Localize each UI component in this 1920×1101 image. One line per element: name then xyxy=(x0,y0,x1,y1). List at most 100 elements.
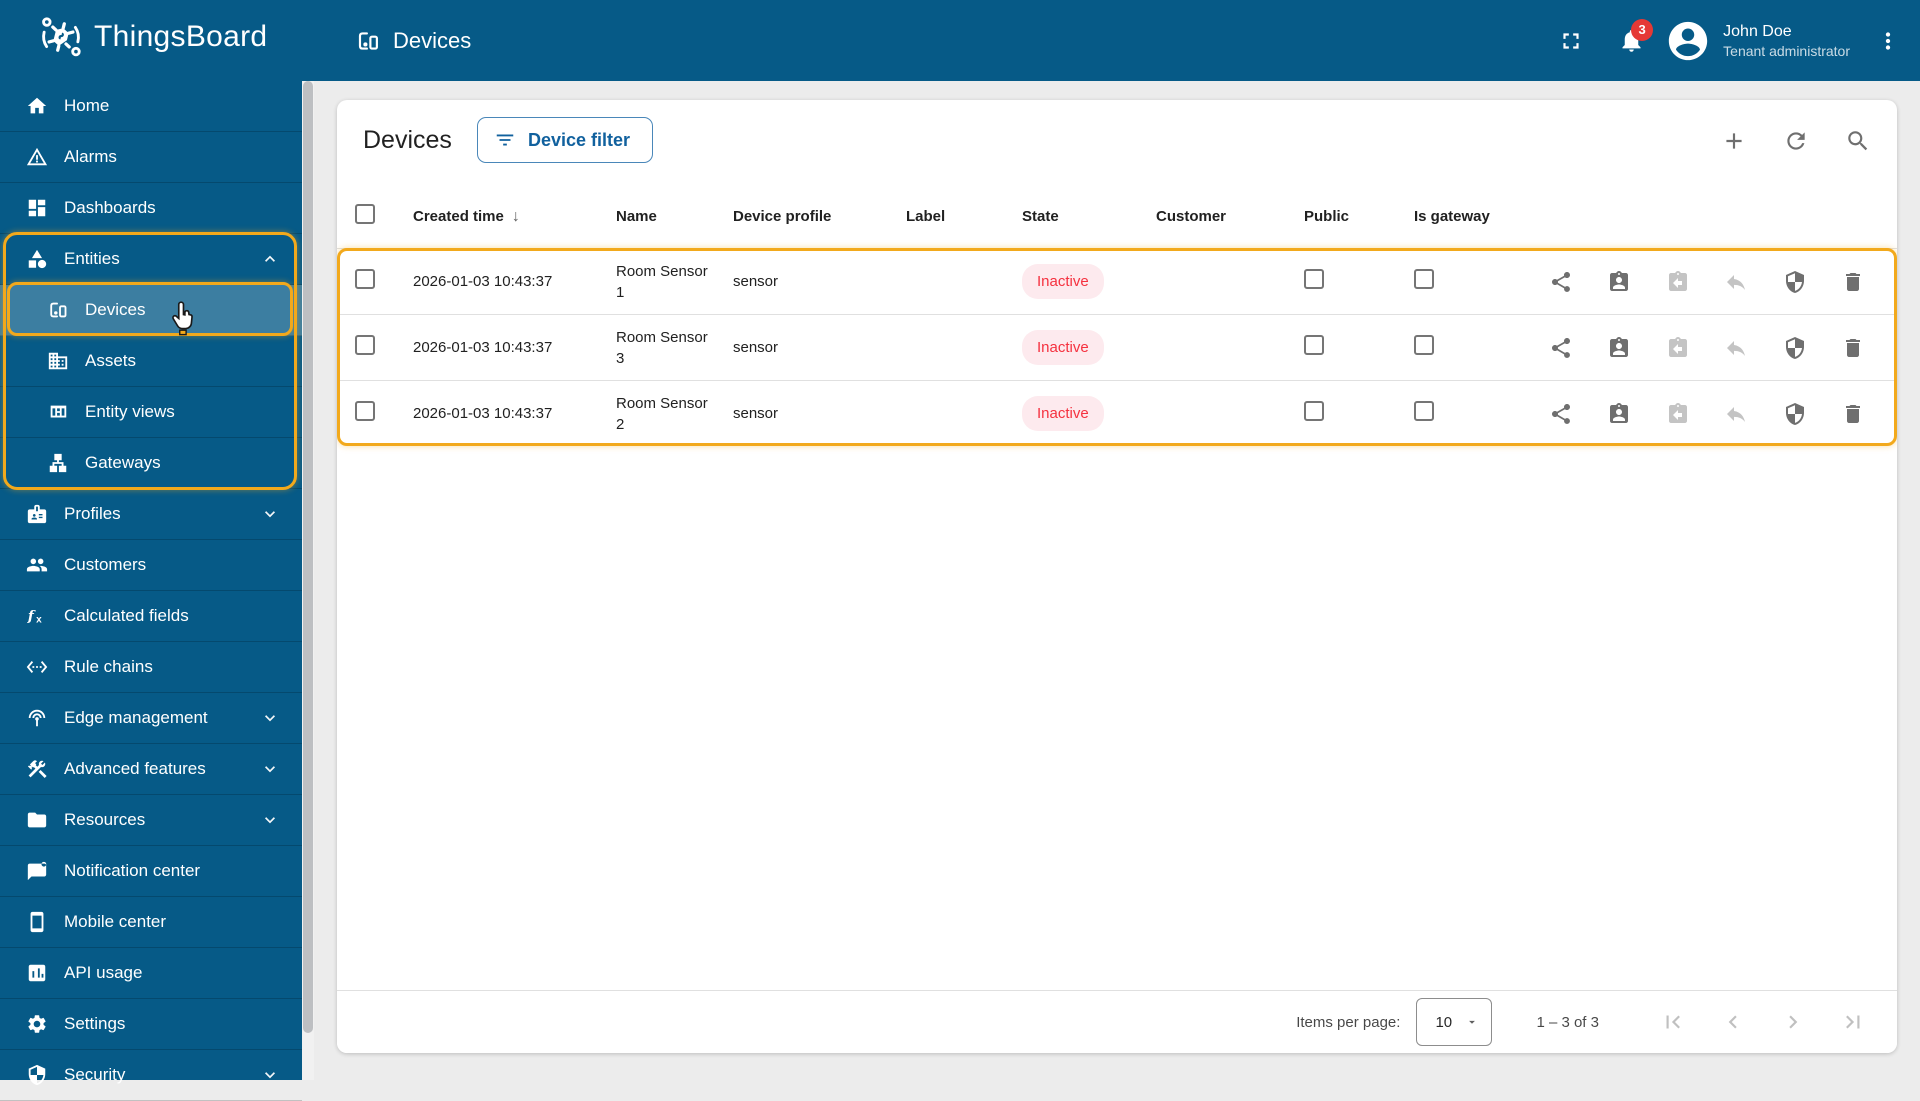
alarms-icon xyxy=(26,146,48,168)
table-row-room-sensor-2[interactable]: 2026-01-03 10:43:37 Room Sensor 2 sensor In… xyxy=(337,380,1897,446)
sidebar-item-entity-views[interactable]: Entity views xyxy=(0,387,302,438)
page-title: Devices xyxy=(363,126,452,154)
filter-icon xyxy=(494,129,516,151)
cell-created-time: 2026-01-03 10:43:37 xyxy=(413,405,553,422)
sidebar-item-alarms[interactable]: Alarms xyxy=(0,132,302,183)
sidebar-item-dashboards[interactable]: Dashboards xyxy=(0,183,302,234)
settings-icon xyxy=(26,1013,48,1035)
row-checkbox[interactable] xyxy=(355,334,375,355)
sidebar-item-mobile-center[interactable]: Mobile center xyxy=(0,897,302,948)
thingsboard-logo[interactable]: ThingsBoard xyxy=(38,14,267,60)
row-checkbox[interactable] xyxy=(355,400,375,421)
public-checkbox[interactable] xyxy=(1304,334,1324,355)
avatar xyxy=(1665,18,1711,64)
security-icon xyxy=(26,1064,48,1086)
sidebar-item-settings[interactable]: Settings xyxy=(0,999,302,1050)
column-header-is-gateway[interactable]: Is gateway xyxy=(1408,206,1540,227)
column-header-label[interactable]: Label xyxy=(900,206,1016,227)
is-gateway-checkbox[interactable] xyxy=(1414,268,1434,289)
sidebar-scrollbar[interactable] xyxy=(302,81,314,1080)
manage-credentials-button[interactable] xyxy=(1775,262,1815,302)
assign-to-customer-button[interactable] xyxy=(1599,394,1639,434)
fullscreen-button[interactable] xyxy=(1547,17,1595,65)
assign-to-customer-button[interactable] xyxy=(1599,328,1639,368)
refresh-button[interactable] xyxy=(1783,128,1809,154)
sidebar-item-gateways[interactable]: Gateways xyxy=(0,438,302,489)
share-button[interactable] xyxy=(1541,328,1581,368)
cell-device-profile: sensor xyxy=(733,273,779,290)
first-page-button xyxy=(1653,1002,1693,1042)
edge-management-icon xyxy=(26,707,48,729)
column-header-state[interactable]: State xyxy=(1016,206,1150,227)
sidebar-item-api-usage[interactable]: API usage xyxy=(0,948,302,999)
state-badge: Inactive xyxy=(1022,264,1104,299)
devices-breadcrumb-icon xyxy=(355,28,381,54)
sidebar-item-assets[interactable]: Assets xyxy=(0,336,302,387)
unassign-from-customer-button xyxy=(1658,328,1698,368)
rule-chains-icon xyxy=(26,656,48,678)
table-row-room-sensor-3[interactable]: 2026-01-03 10:43:37 Room Sensor 3 sensor In… xyxy=(337,314,1897,380)
sidebar-item-label: Home xyxy=(64,96,110,115)
next-page-button xyxy=(1773,1002,1813,1042)
share-button[interactable] xyxy=(1541,262,1581,302)
user-role: Tenant administrator xyxy=(1723,43,1850,59)
sidebar-item-customers[interactable]: Customers xyxy=(0,540,302,591)
user-menu[interactable]: John Doe Tenant administrator xyxy=(1665,18,1850,64)
sidebar-item-devices[interactable]: Devices xyxy=(0,285,302,336)
calculated-fields-icon: fx xyxy=(26,605,48,627)
device-filter-button[interactable]: Device filter xyxy=(477,117,654,163)
breadcrumb-label: Devices xyxy=(393,27,472,53)
sidebar-item-resources[interactable]: Resources xyxy=(0,795,302,846)
sidebar-item-label: Profiles xyxy=(64,504,121,523)
assign-to-customer-button[interactable] xyxy=(1599,262,1639,302)
sidebar-item-home[interactable]: Home xyxy=(0,81,302,132)
table-row-room-sensor-1[interactable]: 2026-01-03 10:43:37 Room Sensor 1 sensor In… xyxy=(337,248,1897,314)
sidebar-item-label: Rule chains xyxy=(64,657,153,676)
sidebar-item-calculated-fields[interactable]: f x Calculated fields xyxy=(0,591,302,642)
sidebar-item-rule-chains[interactable]: Rule chains xyxy=(0,642,302,693)
api-usage-icon xyxy=(26,962,48,984)
sidebar-item-label: Alarms xyxy=(64,147,117,166)
state-badge: Inactive xyxy=(1022,396,1104,431)
make-private-button xyxy=(1716,328,1756,368)
column-header-public[interactable]: Public xyxy=(1298,206,1408,227)
more-menu-button[interactable] xyxy=(1864,17,1912,65)
manage-credentials-button[interactable] xyxy=(1775,394,1815,434)
sidebar-item-advanced-features[interactable]: Advanced features xyxy=(0,744,302,795)
public-checkbox[interactable] xyxy=(1304,268,1324,289)
row-actions xyxy=(1540,262,1897,302)
delete-button[interactable] xyxy=(1833,394,1873,434)
sidebar-item-edge-management[interactable]: Edge management xyxy=(0,693,302,744)
is-gateway-checkbox[interactable] xyxy=(1414,400,1434,421)
chevron-down-icon xyxy=(260,759,280,779)
sort-desc-icon: ↓ xyxy=(511,208,520,225)
share-button[interactable] xyxy=(1541,394,1581,434)
sidebar-item-entities[interactable]: Entities xyxy=(0,234,302,285)
svg-text:x: x xyxy=(36,614,42,625)
sidebar-item-security[interactable]: Security xyxy=(0,1050,302,1101)
column-header-customer[interactable]: Customer xyxy=(1150,206,1298,227)
column-header-created-time[interactable]: Created time ↓ xyxy=(397,206,610,227)
add-device-button[interactable] xyxy=(1721,128,1747,154)
sidebar-item-label: Notification center xyxy=(64,861,201,880)
delete-button[interactable] xyxy=(1833,328,1873,368)
page-range-label: 1 – 3 of 3 xyxy=(1536,1013,1599,1031)
public-checkbox[interactable] xyxy=(1304,400,1324,421)
notifications-button[interactable]: 3 xyxy=(1607,17,1655,65)
items-per-page-select[interactable]: 10 xyxy=(1416,998,1493,1046)
state-badge: Inactive xyxy=(1022,330,1104,365)
sidebar-item-notification-center[interactable]: Notification center xyxy=(0,846,302,897)
column-header-name[interactable]: Name xyxy=(610,206,727,227)
row-actions xyxy=(1540,328,1897,368)
select-all-checkbox[interactable] xyxy=(355,203,375,224)
sidebar-scrollbar-thumb[interactable] xyxy=(303,81,313,1033)
sidebar-item-profiles[interactable]: Profiles xyxy=(0,489,302,540)
column-header-device-profile[interactable]: Device profile xyxy=(727,206,900,227)
is-gateway-checkbox[interactable] xyxy=(1414,334,1434,355)
sidebar-item-label: Dashboards xyxy=(64,198,156,217)
manage-credentials-button[interactable] xyxy=(1775,328,1815,368)
search-button[interactable] xyxy=(1845,128,1871,154)
delete-button[interactable] xyxy=(1833,262,1873,302)
previous-page-button xyxy=(1713,1002,1753,1042)
row-checkbox[interactable] xyxy=(355,268,375,289)
